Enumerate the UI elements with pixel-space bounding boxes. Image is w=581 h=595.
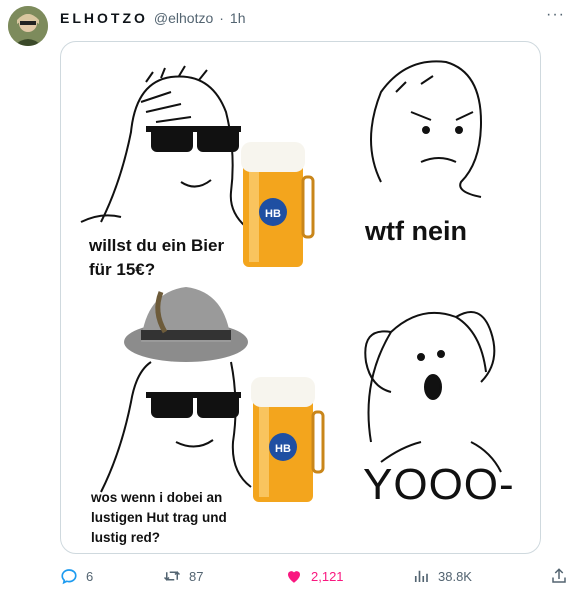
post-media[interactable]: HB HB willst du ein Bier für 15€? wtf ne…: [60, 41, 541, 554]
author-handle[interactable]: @elhotzo: [154, 10, 213, 26]
panel4-caption: YOOO-: [363, 460, 515, 509]
panel1-mug-logo: HB: [265, 208, 281, 220]
panel1-caption: willst du ein Bier für 15€?: [89, 236, 225, 279]
panel4-drawing: [364, 311, 502, 473]
more-options-button[interactable]: ···: [546, 6, 565, 24]
avatar-image: [8, 6, 48, 46]
panel3-hat: [124, 287, 248, 362]
post-actions: 6 87 2,121 38.8K: [60, 564, 570, 588]
heart-icon: [288, 571, 300, 583]
panel3-drawing: [100, 361, 252, 493]
reply-icon: [61, 569, 77, 585]
reply-button[interactable]: 6: [60, 564, 93, 588]
views-icon: [414, 570, 428, 582]
share-button[interactable]: [550, 564, 568, 588]
post-time[interactable]: 1h: [230, 10, 246, 26]
repost-button[interactable]: 87: [163, 564, 203, 588]
repost-count: 87: [189, 568, 204, 584]
panel3-sunglasses: [146, 392, 241, 418]
views-button[interactable]: 38.8K: [412, 564, 472, 588]
share-icon: [552, 568, 566, 583]
author-name[interactable]: ELHOTZO: [60, 10, 148, 26]
reply-count: 6: [86, 568, 94, 584]
panel3-mug-logo: HB: [275, 443, 291, 455]
panel1-beer-mug: HB: [241, 142, 315, 267]
like-button[interactable]: 2,121: [285, 564, 344, 588]
views-count: 38.8K: [438, 568, 472, 584]
panel3-caption: wos wenn i dobei an lustigen Hut trag un…: [91, 490, 227, 545]
post-header: ELHOTZO @elhotzo · 1h: [60, 8, 246, 28]
panel2-drawing: [370, 60, 483, 198]
panel3-beer-mug: HB: [251, 377, 325, 502]
repost-icon: [163, 571, 181, 581]
avatar[interactable]: [8, 6, 48, 46]
like-count: 2,121: [311, 568, 344, 584]
separator: ·: [219, 10, 224, 26]
panel1-sunglasses: [146, 126, 241, 152]
panel2-caption: wtf nein: [365, 216, 467, 246]
